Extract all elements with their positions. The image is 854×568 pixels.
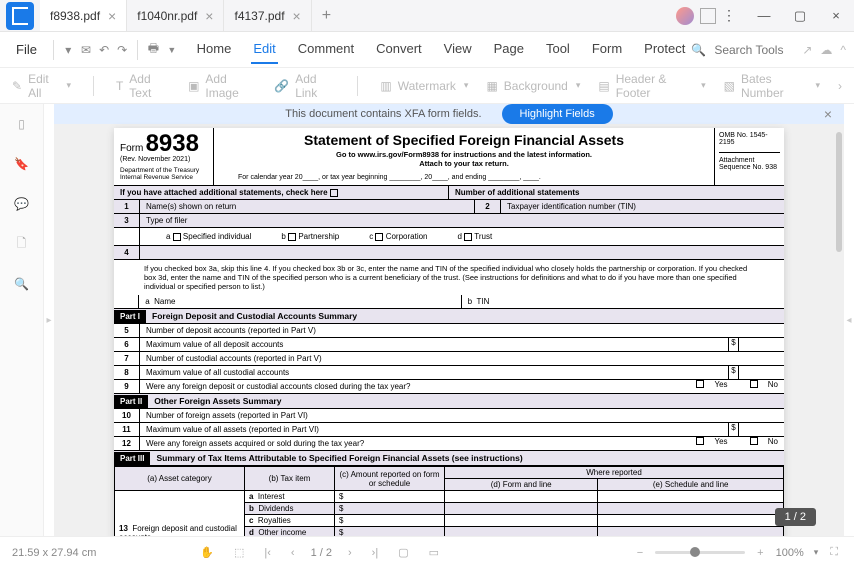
divider (357, 76, 358, 96)
app-logo (6, 2, 34, 30)
chevron-down-icon[interactable]: ▼ (167, 40, 177, 60)
tab-f4137[interactable]: f4137.pdf × (224, 0, 311, 31)
fullscreen-icon[interactable]: ⛶ (826, 546, 842, 559)
tab-comment[interactable]: Comment (296, 35, 356, 64)
next-page-button[interactable]: › (344, 547, 356, 559)
checkbox[interactable] (330, 189, 338, 197)
tab-f8938[interactable]: f8938.pdf × (40, 0, 127, 31)
print-icon[interactable]: 🖶 (148, 40, 159, 60)
tab-page[interactable]: Page (492, 35, 526, 64)
checkbox[interactable] (696, 380, 704, 388)
add-image-button[interactable]: ▣Add Image (188, 72, 256, 100)
zoom-level[interactable]: 100% (776, 547, 804, 559)
user-badge[interactable] (676, 7, 694, 25)
bates-number-button[interactable]: ▧Bates Number▾ (724, 72, 820, 100)
cloud-icon[interactable]: ☁ (820, 43, 832, 57)
first-page-button[interactable]: |‹ (260, 547, 275, 559)
add-link-button[interactable]: 🔗Add Link (274, 72, 335, 100)
close-icon[interactable]: × (824, 106, 832, 122)
highlight-fields-button[interactable]: Highlight Fields (502, 104, 613, 124)
zoom-out-button[interactable]: − (633, 547, 647, 559)
checkbox[interactable] (696, 437, 704, 445)
tab-convert[interactable]: Convert (374, 35, 424, 64)
save-icon[interactable]: ▾ (63, 40, 73, 60)
header-footer-button[interactable]: ▤Header & Footer▾ (598, 72, 705, 100)
pdf-page: Form 8938 (Rev. November 2021) Departmen… (114, 128, 784, 536)
checkbox[interactable] (750, 380, 758, 388)
expand-left-panel[interactable]: ▸ (44, 104, 54, 536)
kebab-menu-icon[interactable]: ⋮ (722, 7, 736, 24)
checkbox[interactable] (750, 437, 758, 445)
hand-tool-icon[interactable]: ✋ (196, 546, 218, 559)
close-icon[interactable]: × (293, 8, 301, 24)
expand-right-panel[interactable]: ◂ (844, 104, 854, 536)
attachments-icon[interactable]: 🗋 (12, 234, 32, 254)
edit-all-button[interactable]: ✎Edit All▾ (12, 72, 71, 100)
zoom-in-button[interactable]: + (753, 547, 767, 559)
minimize-button[interactable]: — (746, 0, 782, 32)
close-icon[interactable]: × (108, 8, 116, 24)
checkbox[interactable] (464, 233, 472, 241)
undo-icon[interactable]: ↶ (99, 40, 109, 60)
tab-view[interactable]: View (442, 35, 474, 64)
close-icon[interactable]: × (205, 8, 213, 24)
last-page-button[interactable]: ›| (368, 547, 383, 559)
checkbox[interactable] (173, 233, 181, 241)
maximize-button[interactable]: ▢ (782, 0, 818, 32)
search-icon[interactable]: 🔍 (691, 43, 706, 57)
search-input[interactable] (714, 43, 794, 57)
more-tools-icon[interactable]: › (838, 79, 842, 93)
tab-label: f4137.pdf (234, 9, 284, 23)
select-tool-icon[interactable]: ⬚ (230, 546, 248, 559)
tab-label: f1040nr.pdf (137, 9, 197, 23)
banner-message: This document contains XFA form fields. (285, 108, 481, 120)
background-button[interactable]: ▦Background▾ (486, 79, 580, 93)
extension-icon[interactable] (700, 8, 716, 24)
tab-form[interactable]: Form (590, 35, 624, 64)
watermark-button[interactable]: ▥Watermark▾ (380, 79, 468, 93)
tab-label: f8938.pdf (50, 9, 100, 23)
bookmarks-icon[interactable]: 🔖 (12, 154, 32, 174)
checkbox[interactable] (288, 233, 296, 241)
fit-page-icon[interactable]: ▢ (394, 546, 412, 559)
prev-page-button[interactable]: ‹ (287, 547, 299, 559)
scrollbar[interactable] (834, 132, 844, 536)
tab-protect[interactable]: Protect (642, 35, 687, 64)
comments-icon[interactable]: 💬 (12, 194, 32, 214)
page-indicator: 1 / 2 (775, 508, 816, 526)
tab-edit[interactable]: Edit (251, 35, 277, 64)
redo-icon[interactable]: ↷ (117, 40, 127, 60)
divider (93, 76, 94, 96)
collapse-ribbon-icon[interactable]: ^ (840, 43, 846, 57)
fit-width-icon[interactable]: ▭ (425, 546, 443, 559)
new-tab-button[interactable]: + (312, 0, 341, 31)
thumbnails-icon[interactable]: ▯ (12, 114, 32, 134)
close-button[interactable]: × (818, 0, 854, 32)
share-icon[interactable]: ↗ (802, 43, 812, 57)
tab-home[interactable]: Home (195, 35, 234, 64)
mail-icon[interactable]: ✉ (81, 40, 91, 60)
checkbox[interactable] (375, 233, 383, 241)
add-text-button[interactable]: TAdd Text (116, 72, 170, 100)
file-menu[interactable]: File (8, 38, 45, 61)
search-panel-icon[interactable]: 🔍 (12, 274, 32, 294)
tab-tool[interactable]: Tool (544, 35, 572, 64)
page-input[interactable]: 1 / 2 (311, 547, 332, 559)
zoom-slider[interactable] (655, 551, 745, 554)
tab-f1040nr[interactable]: f1040nr.pdf × (127, 0, 224, 31)
xfa-banner: This document contains XFA form fields. … (54, 104, 844, 124)
form-title: Statement of Specified Foreign Financial… (218, 132, 710, 148)
page-dimensions: 21.59 x 27.94 cm (12, 547, 96, 559)
